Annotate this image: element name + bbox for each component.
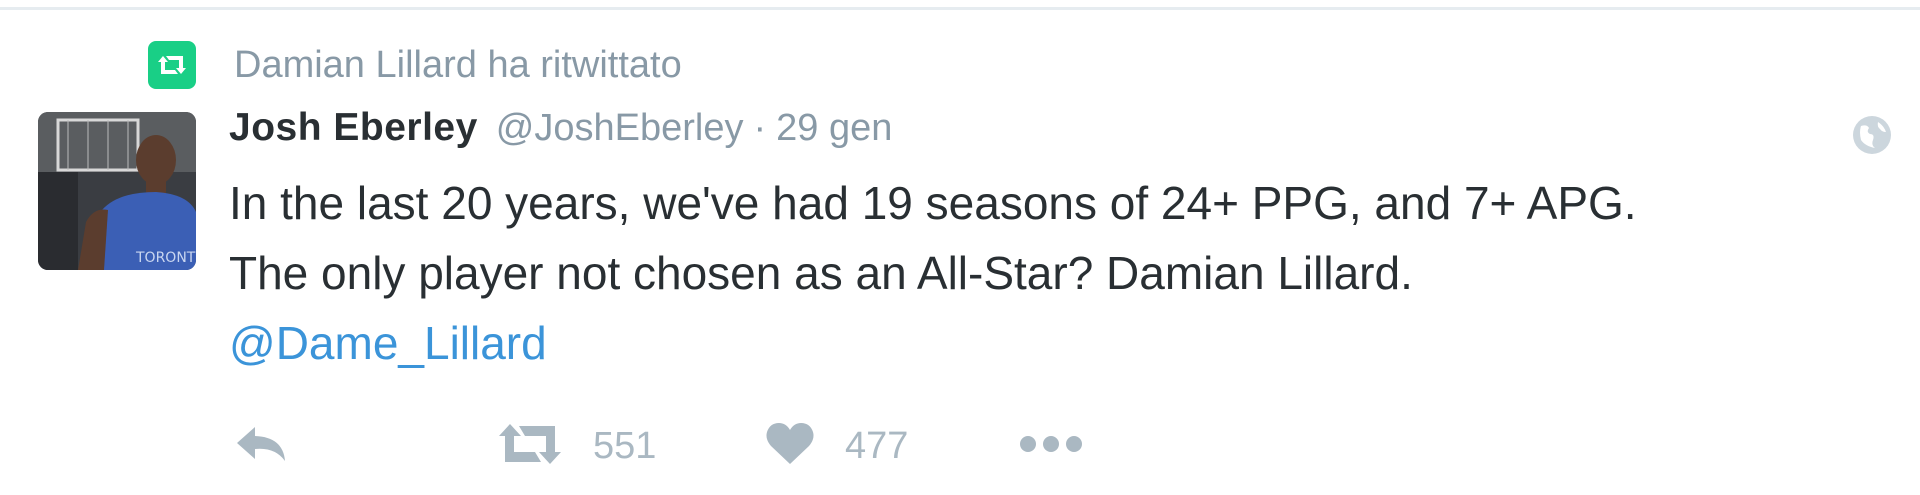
reply-button[interactable] (235, 418, 289, 474)
heart-icon (765, 422, 815, 471)
mention-link[interactable]: @Dame_Lillard (229, 317, 547, 369)
retweet-context-text[interactable]: Damian Lillard ha ritwittato (234, 44, 682, 87)
more-button[interactable] (1019, 418, 1083, 474)
tweet-text-line: The only player not chosen as an All-Sta… (229, 247, 1413, 299)
tweet-header: Josh Eberley @JoshEberley · 29 gen (229, 106, 892, 162)
tweet-text: In the last 20 years, we've had 19 seaso… (229, 168, 1637, 378)
tweet-actions: 551 477 (229, 418, 1129, 474)
author-username[interactable]: @JoshEberley (496, 107, 744, 150)
like-count: 477 (845, 424, 909, 467)
retweet-context: Damian Lillard ha ritwittato (148, 40, 682, 90)
retweet-icon (497, 422, 563, 471)
more-icon (1019, 434, 1083, 459)
svg-text:TORONTO: TORONTO (135, 250, 196, 266)
reply-icon (235, 423, 289, 470)
tweet-text-line: In the last 20 years, we've had 19 seaso… (229, 177, 1637, 229)
tweet-timestamp[interactable]: 29 gen (776, 107, 892, 150)
retweet-button[interactable]: 551 (497, 418, 656, 474)
globe-icon (1851, 114, 1893, 156)
author-fullname[interactable]: Josh Eberley (229, 106, 478, 150)
avatar[interactable]: TORONTO (38, 112, 196, 270)
like-button[interactable]: 477 (765, 418, 908, 474)
retweet-count: 551 (593, 424, 657, 467)
tweet-container: Damian Lillard ha ritwittato TORONTO Jos… (0, 0, 1920, 495)
retweet-badge-icon (148, 41, 196, 89)
top-divider (0, 0, 1920, 10)
header-separator: · (753, 107, 767, 149)
